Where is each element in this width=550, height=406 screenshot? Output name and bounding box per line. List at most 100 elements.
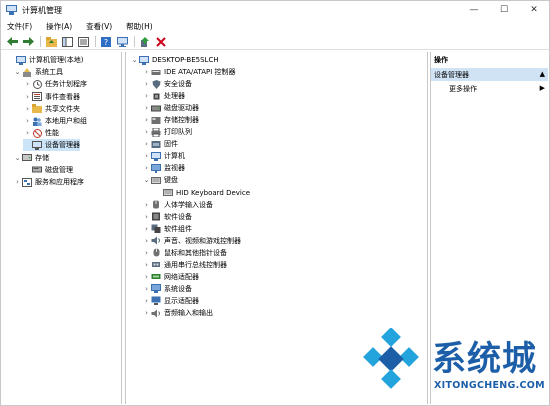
console-tree-item[interactable]: 磁盘管理 xyxy=(23,164,73,176)
tree-item-label: 系统工具 xyxy=(35,68,63,77)
console-tree-item[interactable]: › 服务和应用程序 xyxy=(13,176,84,188)
chevron-down-icon[interactable]: ⌄ xyxy=(142,174,151,186)
monitor-icon[interactable] xyxy=(115,35,129,48)
device-tree-root[interactable]: ⌄ DESKTOP-BE5SLCH xyxy=(130,54,219,66)
console-tree-item[interactable]: › 性能 xyxy=(23,127,59,139)
chevron-right-icon[interactable]: › xyxy=(142,162,151,174)
tree-item-label: 固件 xyxy=(164,140,178,149)
actions-section-device-manager[interactable]: 设备管理器 ▲ xyxy=(431,68,548,81)
storage-ctrl-icon xyxy=(151,116,161,125)
console-tree-item[interactable]: › 本地用户和组 xyxy=(23,115,87,127)
device-category[interactable]: › 监视器 xyxy=(142,162,185,174)
device-category[interactable]: › 固件 xyxy=(142,138,178,150)
chevron-right-icon[interactable]: › xyxy=(142,307,151,319)
device-category[interactable]: › 通用串行总线控制器 xyxy=(142,259,227,271)
device-category[interactable]: › 处理器 xyxy=(142,90,185,102)
collapse-up-icon[interactable]: ▲ xyxy=(540,70,545,78)
up-folder-icon[interactable] xyxy=(44,35,58,48)
menu-help[interactable]: 帮助(H) xyxy=(126,21,153,32)
chevron-right-icon[interactable]: › xyxy=(142,90,151,102)
chevron-right-icon[interactable]: › xyxy=(142,114,151,126)
more-actions-item[interactable]: 更多操作 ▶ xyxy=(449,83,548,95)
device-category[interactable]: › 安全设备 xyxy=(142,78,192,90)
folder-icon xyxy=(32,104,42,114)
actions-header: 操作 xyxy=(434,56,448,64)
console-tree-item[interactable]: 设备管理器 xyxy=(23,139,80,152)
device-category[interactable]: › 存储控制器 xyxy=(142,114,199,126)
device-category[interactable]: › 显示适配器 xyxy=(142,295,199,307)
tree-item-label: 监视器 xyxy=(164,164,185,173)
forward-icon[interactable] xyxy=(21,35,35,48)
device-category[interactable]: › 软件设备 xyxy=(142,211,192,223)
chevron-down-icon[interactable]: ⌄ xyxy=(13,152,22,164)
minimize-button[interactable]: — xyxy=(459,1,489,19)
chevron-right-icon[interactable]: › xyxy=(142,283,151,295)
update-driver-icon[interactable] xyxy=(138,35,152,48)
device-category[interactable]: › 系统设备 xyxy=(142,283,192,295)
chevron-right-icon[interactable]: › xyxy=(142,126,151,138)
software-component-icon xyxy=(151,224,161,234)
chevron-right-icon[interactable]: › xyxy=(142,211,151,223)
chevron-right-icon[interactable]: › xyxy=(23,78,32,90)
title-bar: 计算机管理 — ☐ ✕ xyxy=(1,1,549,19)
uninstall-icon[interactable] xyxy=(154,35,168,48)
chevron-right-icon[interactable]: › xyxy=(142,66,151,78)
chevron-right-icon[interactable]: › xyxy=(142,295,151,307)
device-category[interactable]: › IDE ATA/ATAPI 控制器 xyxy=(142,66,235,78)
tree-item-label: 通用串行总线控制器 xyxy=(164,260,227,269)
tree-item-label: 系统设备 xyxy=(164,284,192,293)
menu-action[interactable]: 操作(A) xyxy=(46,21,72,32)
close-button[interactable]: ✕ xyxy=(519,1,549,19)
device-category[interactable]: › 计算机 xyxy=(142,150,185,162)
clock-icon xyxy=(32,79,42,89)
more-actions-label: 更多操作 xyxy=(449,85,477,93)
tree-item-label: 人体学输入设备 xyxy=(164,200,213,209)
tree-item-label: 磁盘驱动器 xyxy=(164,104,199,113)
tree-item-label: 声音、视频和游戏控制器 xyxy=(164,236,241,245)
tree-item-label: 事件查看器 xyxy=(45,92,80,101)
chevron-right-icon[interactable]: › xyxy=(142,235,151,247)
chevron-right-icon[interactable]: › xyxy=(142,247,151,259)
chevron-right-icon[interactable]: › xyxy=(142,199,151,211)
device-category[interactable]: › 声音、视频和游戏控制器 xyxy=(142,235,241,247)
chevron-right-icon[interactable]: › xyxy=(142,271,151,283)
maximize-button[interactable]: ☐ xyxy=(489,1,519,19)
chevron-right-icon[interactable]: › xyxy=(23,91,32,103)
console-tree-item[interactable]: › 事件查看器 xyxy=(23,91,80,103)
chevron-right-icon[interactable]: › xyxy=(142,259,151,271)
device-category[interactable]: › 磁盘驱动器 xyxy=(142,102,199,114)
console-tree-item[interactable]: 计算机管理(本地) xyxy=(7,54,83,66)
chevron-right-icon[interactable]: › xyxy=(13,176,22,188)
chevron-down-icon[interactable]: ⌄ xyxy=(130,54,139,66)
console-tree-item[interactable]: ⌄ 系统工具 xyxy=(13,66,63,78)
device-category[interactable]: ⌄ 键盘 xyxy=(142,174,178,186)
device-category[interactable]: › 软件组件 xyxy=(142,223,192,235)
menu-file[interactable]: 文件(F) xyxy=(7,21,32,32)
console-tree-item[interactable]: › 任务计划程序 xyxy=(23,78,87,90)
back-icon[interactable] xyxy=(5,35,19,48)
device-category[interactable]: › 网络适配器 xyxy=(142,271,199,283)
chevron-right-icon[interactable]: › xyxy=(142,102,151,114)
chevron-down-icon[interactable]: ⌄ xyxy=(13,66,22,78)
console-tree-pane[interactable]: 计算机管理(本地) ⌄ 系统工具 › 任务计划程序 › 事件查看器 › 共享文件夹 › 本地用户和组… xyxy=(3,52,122,404)
menu-view[interactable]: 查看(V) xyxy=(86,21,112,32)
properties-icon[interactable] xyxy=(76,35,90,48)
sound-icon xyxy=(151,236,161,245)
chevron-right-icon[interactable]: › xyxy=(23,127,32,139)
device-category[interactable]: › 音频输入和输出 xyxy=(142,307,213,319)
device-category[interactable]: › 鼠标和其他指针设备 xyxy=(142,247,227,259)
chevron-right-icon[interactable]: › xyxy=(23,115,32,127)
chevron-right-icon[interactable]: › xyxy=(23,103,32,115)
chevron-right-icon[interactable]: › xyxy=(142,78,151,90)
console-tree-item[interactable]: › 共享文件夹 xyxy=(23,103,80,115)
console-tree-icon[interactable] xyxy=(60,35,74,48)
storage-icon xyxy=(22,153,32,162)
chevron-right-icon[interactable]: › xyxy=(142,138,151,150)
device-category[interactable]: › 人体学输入设备 xyxy=(142,199,213,211)
device-category[interactable]: › 打印队列 xyxy=(142,126,192,138)
device-item[interactable]: HID Keyboard Device xyxy=(154,187,250,199)
help-icon[interactable]: ? xyxy=(99,35,113,48)
chevron-right-icon[interactable]: › xyxy=(142,150,151,162)
console-tree-item[interactable]: ⌄ 存储 xyxy=(13,152,49,164)
chevron-right-icon[interactable]: › xyxy=(142,223,151,235)
